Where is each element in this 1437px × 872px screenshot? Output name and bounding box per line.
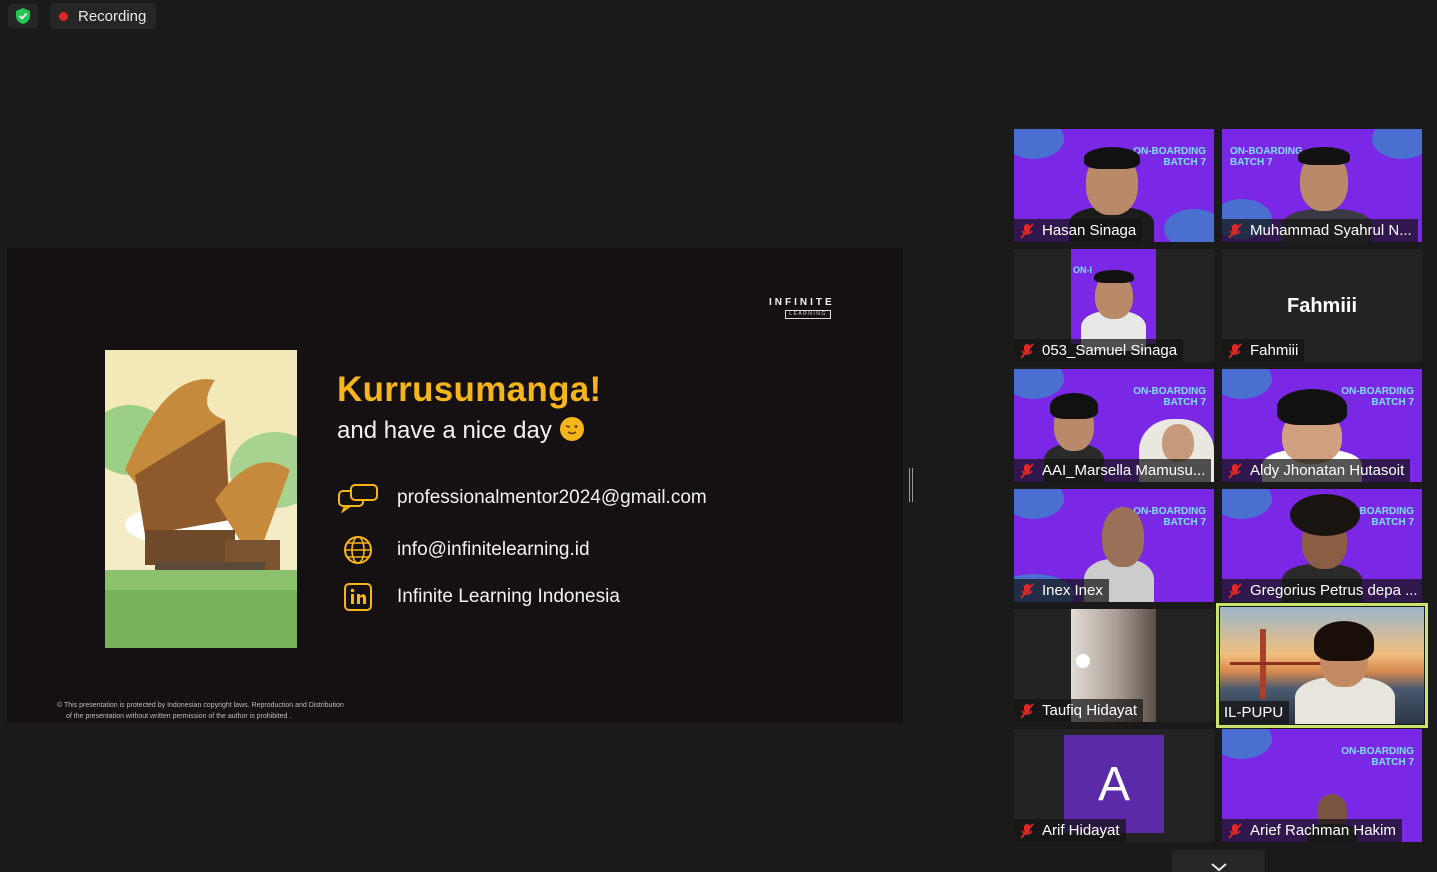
participant-name: Arief Rachman Hakim	[1250, 822, 1396, 839]
participant-tile[interactable]: ON-BOARDING BATCH 7 Hasan Sinaga	[1014, 129, 1214, 242]
participant-tile[interactable]: ON-BOARDING BATCH 7 Aldy Jhonatan Hutasoi…	[1222, 369, 1422, 482]
infinite-logo: INFINITE	[769, 297, 835, 308]
recording-indicator[interactable]: Recording	[50, 3, 156, 29]
banner-text: ON-BOARDING BATCH 7	[1341, 386, 1414, 408]
participant-tile[interactable]: Fahmiii Fahmiii	[1222, 249, 1422, 362]
tongkonan-illustration	[105, 350, 297, 648]
mic-muted-icon	[1228, 822, 1242, 839]
mic-muted-icon	[1228, 342, 1242, 359]
participant-name: Inex Inex	[1042, 582, 1103, 599]
participant-tile[interactable]: ON-BOARDING BATCH 7 Gregorius Petrus depa…	[1222, 489, 1422, 602]
participant-name: AAI_Marsella Mamusu...	[1042, 462, 1206, 479]
participant-display-name: Fahmiii	[1286, 295, 1357, 317]
participant-name: Gregorius Petrus depa ...	[1250, 582, 1418, 599]
participant-tile[interactable]: ON-BOARDING BATCH 7 AAI_Marsella Mamusu..…	[1014, 369, 1214, 482]
mic-muted-icon	[1020, 822, 1034, 839]
mic-muted-icon	[1020, 702, 1034, 719]
mic-muted-icon	[1228, 462, 1242, 479]
contact-website: info@infinitelearning.id	[397, 539, 590, 560]
participant-tile[interactable]: ON-BOARDING BATCH 7 Arief Rachman Hakim	[1222, 729, 1422, 842]
contact-email-row: professionalmentor2024@gmail.com	[337, 481, 707, 515]
banner-text: ON-BOARDING BATCH 7	[1133, 506, 1206, 528]
learning-logo: LEARNING	[785, 310, 831, 319]
contact-linkedin-row: Infinite Learning Indonesia	[337, 580, 620, 614]
contact-web-row: info@infinitelearning.id	[337, 533, 590, 567]
shared-screen-slide: INFINITE LEARNING Kurrusumanga! and have…	[7, 248, 903, 723]
participant-name: Muhammad Syahrul N...	[1250, 222, 1412, 239]
participant-tile[interactable]: ON-BOARDING BATCH 7 Inex Inex	[1014, 489, 1214, 602]
mic-muted-icon	[1020, 222, 1034, 239]
banner-text: ON-BOARDING BATCH 7	[1230, 146, 1303, 168]
globe-icon	[337, 533, 379, 567]
panel-resize-handle[interactable]	[909, 468, 913, 502]
mic-muted-icon	[1020, 462, 1034, 479]
participant-name: Hasan Sinaga	[1042, 222, 1137, 239]
participant-tile[interactable]: A Arif Hidayat	[1014, 729, 1214, 842]
zoom-meeting-window: Recording INFINITE LEARNING Kurrusumanga…	[0, 0, 1437, 872]
banner-text: ON-BOARDING BATCH 7	[1341, 746, 1414, 768]
copyright-notice: © This presentation is protected by Indo…	[57, 702, 344, 720]
contact-email: professionalmentor2024@gmail.com	[397, 487, 707, 508]
mic-muted-icon	[1228, 222, 1242, 239]
participant-tile[interactable]: ON-I 053_Samuel Sinaga	[1014, 249, 1214, 362]
recording-label: Recording	[78, 7, 147, 25]
participant-name: IL-PUPU	[1224, 704, 1284, 721]
contact-linkedin: Infinite Learning Indonesia	[397, 586, 620, 607]
slide-subtitle: and have a nice day	[337, 417, 584, 445]
participant-name: Fahmiii	[1250, 342, 1299, 359]
gallery-expand-button[interactable]	[1172, 850, 1265, 872]
chevron-down-icon	[1210, 863, 1227, 872]
slide-title: Kurrusumanga!	[337, 370, 602, 409]
participant-tile[interactable]: ON-BOARDING BATCH 7 Muhammad Syahrul N...	[1222, 129, 1422, 242]
mic-muted-icon	[1020, 342, 1034, 359]
wink-emoji-icon	[559, 417, 584, 441]
banner-text: ON-BOARDING BATCH 7	[1133, 146, 1206, 168]
participant-tile-active-speaker[interactable]: IL-PUPU	[1216, 603, 1428, 728]
mic-muted-icon	[1020, 582, 1034, 599]
linkedin-icon	[337, 580, 379, 614]
participant-tile[interactable]: Taufiq Hidayat	[1014, 609, 1214, 722]
participant-name: Aldy Jhonatan Hutasoit	[1250, 462, 1405, 479]
banner-text: ON-BOARDING BATCH 7	[1133, 386, 1206, 408]
mic-muted-icon	[1228, 582, 1242, 599]
security-shield-icon[interactable]	[8, 4, 38, 28]
participant-name: Taufiq Hidayat	[1042, 702, 1138, 719]
chat-icon	[337, 481, 379, 515]
participant-name: 053_Samuel Sinaga	[1042, 342, 1178, 359]
participant-name: Arif Hidayat	[1042, 822, 1120, 839]
record-dot-icon	[59, 11, 68, 21]
